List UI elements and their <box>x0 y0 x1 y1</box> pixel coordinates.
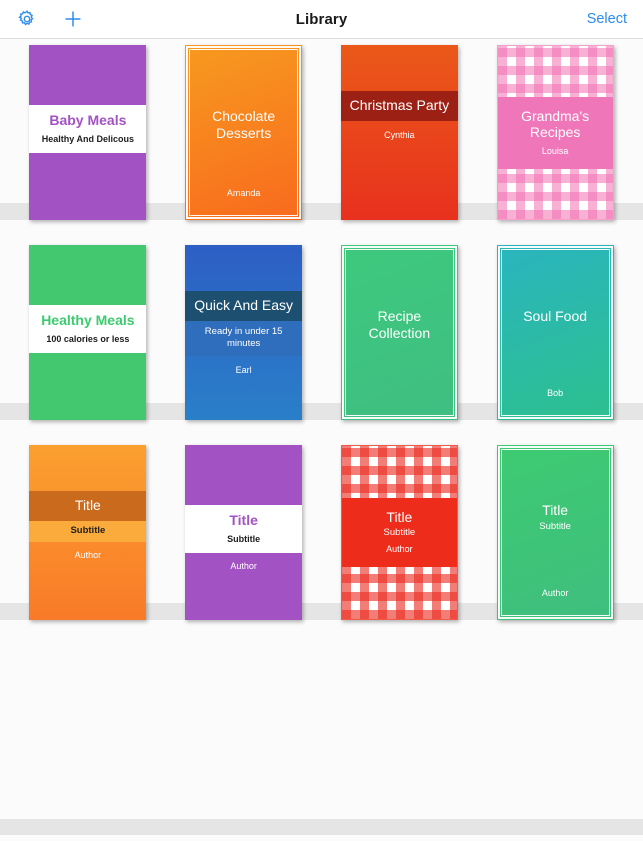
cover-title-block: Soul Food <box>508 308 603 325</box>
book-slot[interactable]: Recipe Collection <box>322 239 478 420</box>
cover-author: Cynthia <box>384 129 415 140</box>
bottom-shelf-board <box>0 819 643 835</box>
cover-title-band: Quick And Easy <box>185 291 303 321</box>
cover-author: Author <box>74 549 102 560</box>
shelf: Healthy Meals 100 calories or less Quick A… <box>0 239 643 439</box>
navigation-bar: Library Select <box>0 0 643 39</box>
cover-top-spacer <box>341 45 458 91</box>
cover-subtitle-band: Ready in under 15 minutes <box>185 320 303 356</box>
book-slot[interactable]: Baby Meals Healthy And Delicous <box>10 39 166 220</box>
cover-label-plate: Grandma's Recipes Louisa <box>497 96 613 169</box>
cover-label-plate: Title Subtitle Author <box>341 497 457 568</box>
cover-title-band: Christmas Party <box>340 91 458 121</box>
cover-author-block: Amanda <box>196 187 291 199</box>
book-cover[interactable]: Title Subtitle Author <box>29 445 147 620</box>
book-slot[interactable]: Title Subtitle Author <box>10 439 166 620</box>
cover-title: Christmas Party <box>349 97 450 113</box>
book-cover[interactable]: Title Subtitle Author <box>340 445 458 620</box>
book-slot[interactable]: Healthy Meals 100 calories or less <box>10 239 166 420</box>
book-slot[interactable]: Chocolate Desserts Amanda <box>166 39 322 220</box>
cover-title: Baby Meals <box>49 112 127 128</box>
cover-title: Grandma's Recipes <box>521 107 590 141</box>
cover-author: Author <box>386 544 413 555</box>
cover-author-block: Author <box>508 587 603 599</box>
book-cover[interactable]: Baby Meals Healthy And Delicous <box>29 45 147 220</box>
cover-author: Author <box>541 588 569 598</box>
shelf: Baby Meals Healthy And Delicous Chocolate … <box>0 39 643 239</box>
cover-title: Soul Food <box>523 308 588 324</box>
book-slot[interactable]: Grandma's Recipes Louisa <box>477 39 633 220</box>
cover-title: Title <box>542 502 569 518</box>
shelf: Title Subtitle Author Title Subtitle Author Ti… <box>0 439 643 639</box>
nav-left-actions <box>0 6 86 32</box>
cover-author: Louisa <box>541 145 569 156</box>
book-slot[interactable]: Title Subtitle Author <box>477 439 633 620</box>
cover-subtitle: Subtitle <box>227 533 261 544</box>
library-shelves: Baby Meals Healthy And Delicous Chocolate … <box>0 39 643 835</box>
cover-frame: Soul Food Bob <box>497 246 613 419</box>
cover-subtitle: Subtitle <box>539 520 571 532</box>
plus-icon <box>65 11 81 27</box>
cover-subtitle: Ready in under 15 minutes <box>204 325 283 349</box>
shelf-books: Title Subtitle Author Title Subtitle Author Ti… <box>0 439 643 620</box>
book-slot[interactable]: Title Subtitle Author <box>166 439 322 620</box>
cover-frame: Chocolate Desserts Amanda <box>186 46 302 219</box>
book-cover[interactable]: Christmas Party Cynthia <box>340 45 458 220</box>
add-book-button[interactable] <box>60 6 86 32</box>
cover-title: Quick And Easy <box>194 297 294 313</box>
book-cover[interactable]: Quick And Easy Ready in under 15 minutes E… <box>185 245 303 420</box>
cover-top-spacer <box>29 445 146 491</box>
cover-title: Recipe Collection <box>368 308 431 341</box>
cover-title: Healthy Meals <box>41 312 135 328</box>
cover-title: Chocolate Desserts <box>212 108 276 141</box>
cover-author: Author <box>230 560 257 571</box>
book-cover[interactable]: Chocolate Desserts Amanda <box>185 45 303 220</box>
settings-button[interactable] <box>14 6 40 32</box>
cover-title-block: Title Subtitle <box>508 502 603 533</box>
book-slot[interactable]: Title Subtitle Author <box>322 439 478 620</box>
cover-subtitle: Healthy And Delicous <box>41 133 134 144</box>
cover-author: Bob <box>547 388 564 398</box>
cover-subtitle: Subtitle <box>383 527 416 539</box>
cover-label-band: Baby Meals Healthy And Delicous <box>29 105 147 153</box>
cover-title: Title <box>386 508 413 525</box>
cover-label-band: Healthy Meals 100 calories or less <box>29 305 147 353</box>
cover-author: Amanda <box>226 188 261 198</box>
cover-subtitle: 100 calories or less <box>46 333 130 344</box>
cover-title-block: Recipe Collection <box>352 308 447 341</box>
book-slot[interactable]: Christmas Party Cynthia <box>322 39 478 220</box>
book-cover[interactable]: Recipe Collection <box>340 245 458 420</box>
shelf-books: Baby Meals Healthy And Delicous Chocolate … <box>0 39 643 220</box>
cover-label-band: Title Subtitle <box>185 505 303 553</box>
cover-subtitle: Subtitle <box>70 524 106 536</box>
cover-author-block: Bob <box>508 387 603 399</box>
cover-frame: Title Subtitle Author <box>497 446 613 619</box>
book-slot[interactable]: Quick And Easy Ready in under 15 minutes E… <box>166 239 322 420</box>
book-cover[interactable]: Title Subtitle Author <box>185 445 303 620</box>
book-cover[interactable]: Healthy Meals 100 calories or less <box>29 245 147 420</box>
page-title: Library <box>295 10 348 28</box>
cover-top-spacer <box>185 245 302 291</box>
cover-title: Title <box>229 512 258 528</box>
book-cover[interactable]: Soul Food Bob <box>496 245 614 420</box>
empty-shelf-area <box>0 639 643 819</box>
book-slot[interactable]: Soul Food Bob <box>477 239 633 420</box>
shelf-books: Healthy Meals 100 calories or less Quick A… <box>0 239 643 420</box>
cover-title-block: Chocolate Desserts <box>196 108 291 141</box>
cover-author: Earl <box>235 364 252 375</box>
cover-title-band: Title <box>29 491 147 521</box>
book-cover[interactable]: Grandma's Recipes Louisa <box>496 45 614 220</box>
cover-title: Title <box>74 497 101 513</box>
select-button[interactable]: Select <box>587 11 627 27</box>
book-cover[interactable]: Title Subtitle Author <box>496 445 614 620</box>
cover-frame: Recipe Collection <box>341 246 457 419</box>
gear-icon <box>18 10 34 26</box>
cover-subtitle-band: Subtitle <box>29 520 147 542</box>
